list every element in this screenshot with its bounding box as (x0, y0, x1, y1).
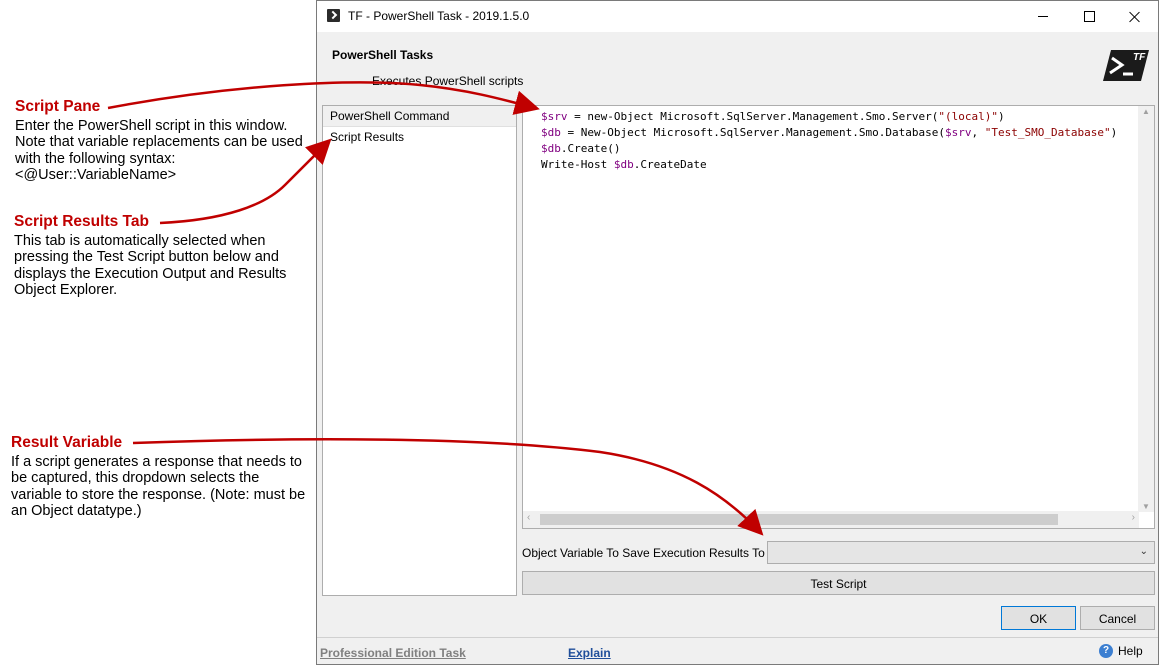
horizontal-scroll-thumb[interactable] (540, 514, 1058, 525)
annotation-body: This tab is automatically selected when … (14, 232, 287, 299)
explain-link[interactable]: Explain (568, 646, 611, 660)
code-line[interactable]: $srv = new-Object Microsoft.SqlServer.Ma… (541, 109, 1117, 125)
title-bar[interactable]: TF - PowerShell Task - 2019.1.5.0 (317, 1, 1158, 32)
script-code[interactable]: $srv = new-Object Microsoft.SqlServer.Ma… (541, 109, 1117, 173)
close-icon (1129, 11, 1141, 23)
scroll-right-icon[interactable]: › (1132, 512, 1135, 523)
cancel-button[interactable]: Cancel (1080, 606, 1155, 630)
scroll-down-icon[interactable]: ▼ (1142, 502, 1150, 511)
maximize-button[interactable] (1066, 1, 1112, 32)
minimize-button[interactable] (1020, 1, 1066, 32)
annotation-heading: Result Variable (11, 434, 123, 451)
logo-text: TF (1133, 52, 1146, 63)
annotation-heading: Script Results Tab (14, 213, 149, 230)
help-icon: ? (1099, 644, 1113, 658)
horizontal-scrollbar[interactable]: ‹ › (523, 511, 1139, 528)
code-line[interactable]: $db.Create() (541, 141, 1117, 157)
window-title: TF - PowerShell Task - 2019.1.5.0 (348, 9, 530, 23)
test-script-button[interactable]: Test Script (522, 571, 1155, 595)
tab-script-results[interactable]: Script Results (323, 127, 516, 147)
header-subtitle: Executes PowerShell scripts (372, 74, 524, 88)
annotation-script-results-tab: Script Results Tab This tab is automatic… (14, 213, 314, 299)
annotation-result-variable: Result Variable If a script generates a … (11, 434, 311, 520)
tab-powershell-command[interactable]: PowerShell Command (323, 106, 516, 127)
ok-button[interactable]: OK (1001, 606, 1076, 630)
dialog-header: PowerShell Tasks Executes PowerShell scr… (317, 32, 1158, 97)
code-line[interactable]: $db = New-Object Microsoft.SqlServer.Man… (541, 125, 1117, 141)
maximize-icon (1083, 11, 1095, 22)
footer-divider (317, 637, 1158, 638)
professional-edition-link[interactable]: Professional Edition Task (320, 646, 466, 660)
chevron-down-icon: ⌄ (1139, 546, 1148, 557)
script-editor[interactable]: $srv = new-Object Microsoft.SqlServer.Ma… (522, 105, 1155, 529)
task-nav-list: PowerShell Command Script Results (322, 105, 517, 596)
powershell-logo-icon: TF (1103, 50, 1149, 81)
annotation-body: If a script generates a response that ne… (11, 453, 306, 520)
object-variable-dropdown[interactable]: ⌄ (767, 541, 1155, 564)
scroll-left-icon[interactable]: ‹ (527, 512, 530, 523)
close-button[interactable] (1112, 1, 1158, 32)
object-variable-label: Object Variable To Save Execution Result… (522, 546, 765, 560)
annotation-body: Enter the PowerShell script in this wind… (15, 117, 303, 184)
vertical-scrollbar[interactable]: ▲ ▼ (1138, 106, 1154, 512)
annotation-script-pane: Script Pane Enter the PowerShell script … (15, 98, 315, 184)
powershell-task-dialog: TF - PowerShell Task - 2019.1.5.0 PowerS… (316, 0, 1159, 665)
code-line[interactable]: Write-Host $db.CreateDate (541, 157, 1117, 173)
header-title: PowerShell Tasks (332, 48, 434, 62)
scroll-up-icon[interactable]: ▲ (1142, 107, 1150, 116)
minimize-icon (1038, 16, 1048, 17)
help-button[interactable]: ? Help (1099, 644, 1143, 658)
powershell-app-icon (327, 9, 340, 22)
annotation-heading: Script Pane (15, 98, 101, 115)
help-label: Help (1118, 644, 1143, 658)
